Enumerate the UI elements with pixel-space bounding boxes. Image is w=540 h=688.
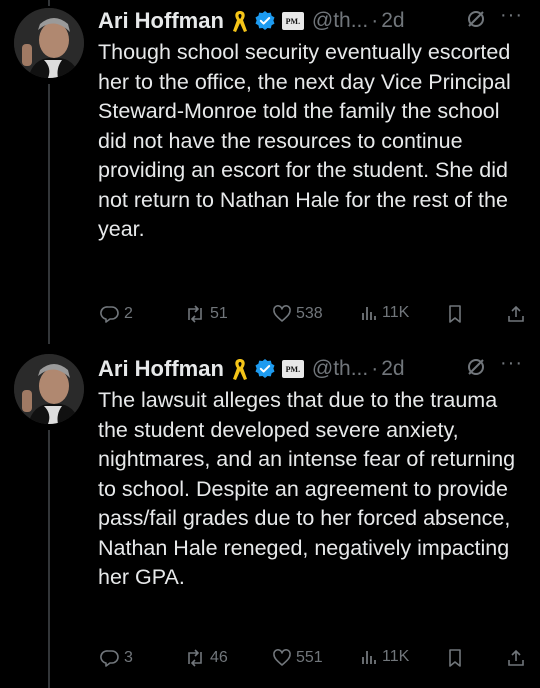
author-handle[interactable]: @th... [312, 9, 368, 33]
bookmark-button[interactable] [446, 304, 464, 324]
retweet-button[interactable]: 46 [184, 648, 228, 668]
share-button[interactable] [506, 648, 526, 668]
avatar[interactable] [14, 354, 84, 424]
reply-icon [100, 306, 119, 323]
timestamp[interactable]: 2d [381, 357, 404, 381]
like-button[interactable]: 538 [272, 304, 323, 324]
yellow-ribbon-icon [232, 357, 248, 381]
tweet[interactable]: Ari Hoffman PM. @th... · 2d ··· Though s… [0, 0, 540, 344]
view-count: 11K [382, 304, 410, 321]
thread-line [48, 84, 50, 344]
affiliate-badge[interactable]: PM. [281, 360, 304, 378]
yellow-ribbon-icon [232, 9, 248, 33]
grok-icon[interactable] [466, 357, 486, 382]
author-handle[interactable]: @th... [312, 357, 368, 381]
avatar[interactable] [14, 8, 84, 78]
views-button[interactable]: 11K [360, 648, 409, 666]
share-icon [508, 305, 524, 322]
reply-count: 3 [124, 649, 133, 666]
separator: · [371, 357, 379, 380]
thread-line [48, 430, 50, 688]
share-icon [508, 649, 524, 666]
retweet-count: 46 [210, 649, 228, 666]
bookmark-button[interactable] [446, 648, 464, 668]
reply-icon [100, 650, 119, 667]
views-icon [362, 307, 376, 320]
view-count: 11K [382, 648, 410, 665]
tweet-header: Ari Hoffman PM. @th... · 2d [98, 6, 405, 36]
tweet-header: Ari Hoffman PM. @th... · 2d [98, 354, 405, 384]
reply-button[interactable]: 3 [100, 648, 133, 668]
tweet-text: Though school security eventually escort… [98, 40, 511, 241]
separator: · [371, 9, 379, 32]
retweet-icon [188, 305, 202, 323]
tweet-text: The lawsuit alleges that due to the trau… [98, 388, 516, 589]
views-button[interactable]: 11K [360, 304, 409, 322]
heart-icon [273, 305, 291, 322]
action-bar: 2 51 538 11K [98, 304, 528, 328]
grok-icon[interactable] [466, 9, 486, 34]
more-options-icon[interactable]: ··· [500, 352, 523, 375]
tweet[interactable]: Ari Hoffman PM. @th... · 2d ··· The laws… [0, 350, 540, 688]
reply-button[interactable]: 2 [100, 304, 133, 324]
views-icon [362, 651, 376, 664]
retweet-count: 51 [210, 305, 228, 322]
reply-count: 2 [124, 305, 133, 322]
retweet-button[interactable]: 51 [184, 304, 228, 324]
like-count: 551 [296, 649, 323, 666]
like-button[interactable]: 551 [272, 648, 323, 668]
heart-icon [273, 649, 291, 666]
timestamp[interactable]: 2d [381, 9, 404, 33]
author-name[interactable]: Ari Hoffman [98, 8, 224, 34]
verified-badge-icon[interactable] [254, 358, 276, 380]
bookmark-icon [449, 649, 461, 667]
action-bar: 3 46 551 11K [98, 648, 528, 672]
more-options-icon[interactable]: ··· [500, 4, 523, 27]
thread-line-top [48, 0, 50, 6]
like-count: 538 [296, 305, 323, 322]
affiliate-badge[interactable]: PM. [281, 12, 304, 30]
verified-badge-icon[interactable] [254, 10, 276, 32]
retweet-icon [188, 649, 202, 667]
share-button[interactable] [506, 304, 526, 324]
author-name[interactable]: Ari Hoffman [98, 356, 224, 382]
bookmark-icon [449, 305, 461, 323]
